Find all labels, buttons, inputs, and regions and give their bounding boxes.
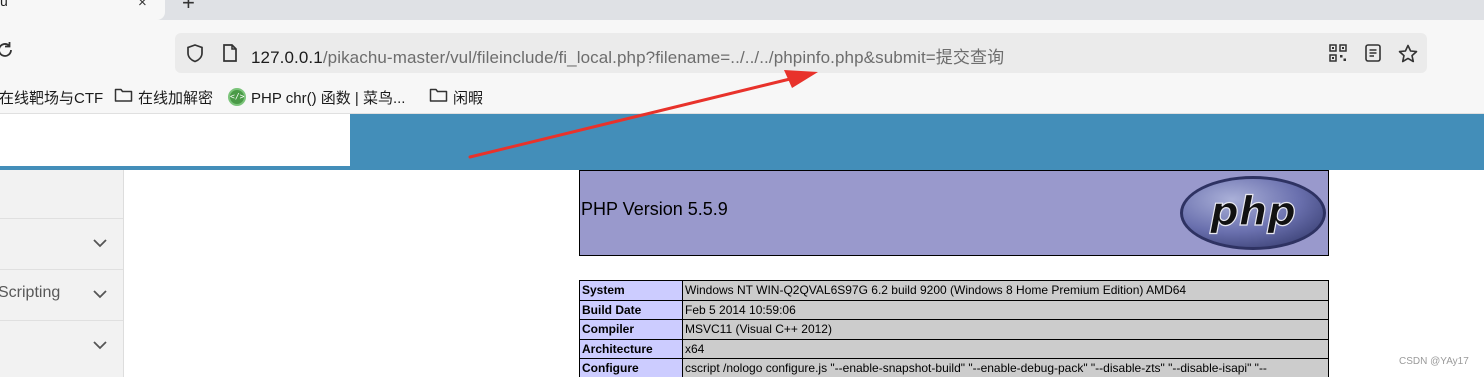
bookmark-star-icon[interactable] bbox=[1397, 43, 1419, 70]
phpinfo-key: Architecture bbox=[579, 338, 683, 359]
sidebar-item-scripting[interactable]: Scripting bbox=[0, 269, 123, 319]
watermark: CSDN @YAy17 bbox=[1399, 356, 1469, 367]
tracking-shield-icon[interactable] bbox=[185, 43, 205, 68]
sidebar-item-label: Scripting bbox=[0, 284, 61, 301]
phpinfo-key: System bbox=[579, 280, 683, 301]
url-host: 127.0.0.1 bbox=[251, 48, 323, 67]
bookmark-item[interactable]: 在线靶场与CTF bbox=[0, 86, 103, 108]
tab-title: u bbox=[0, 0, 8, 9]
folder-icon bbox=[114, 87, 133, 107]
reader-view-icon[interactable] bbox=[1363, 43, 1383, 68]
php-version-title: PHP Version 5.5.9 bbox=[581, 199, 728, 219]
php-logo[interactable]: php bbox=[1178, 175, 1328, 256]
sidebar-item[interactable] bbox=[0, 320, 123, 370]
url-text[interactable]: 127.0.0.1/pikachu-master/vul/fileinclude… bbox=[251, 43, 1004, 68]
bookmark-folder[interactable]: 闲暇 bbox=[429, 86, 483, 108]
chevron-down-icon bbox=[92, 287, 108, 305]
table-row: Compiler MSVC11 (Visual C++ 2012) bbox=[579, 319, 1329, 340]
browser-tab[interactable]: u × bbox=[0, 0, 165, 20]
phpinfo-value: cscript /nologo configure.js "--enable-s… bbox=[682, 358, 1329, 377]
bookmarks-bar: 在线靶场与CTF 在线加解密 </> PHP chr() 函数 | 菜鸟... … bbox=[0, 82, 1484, 114]
site-favicon-icon: </> bbox=[228, 88, 246, 106]
address-bar[interactable]: 127.0.0.1/pikachu-master/vul/fileinclude… bbox=[175, 33, 1427, 73]
url-path: /pikachu-master/vul/fileinclude/fi_local… bbox=[322, 48, 1005, 67]
phpinfo-key: Build Date bbox=[579, 299, 683, 320]
table-row: System Windows NT WIN-Q2QVAL6S97G 6.2 bu… bbox=[579, 280, 1329, 301]
bookmark-item[interactable]: </> PHP chr() 函数 | 菜鸟... bbox=[228, 86, 405, 108]
header-logo-area bbox=[0, 114, 350, 166]
page-info-icon[interactable] bbox=[221, 43, 239, 68]
table-row: Configure cscript /nologo configure.js "… bbox=[579, 358, 1329, 377]
table-row: Build Date Feb 5 2014 10:59:06 bbox=[579, 299, 1329, 320]
bookmark-label: PHP chr() 函数 | 菜鸟... bbox=[251, 89, 406, 107]
sidebar-item[interactable] bbox=[0, 218, 123, 268]
folder-icon bbox=[429, 87, 448, 107]
phpinfo-table: System Windows NT WIN-Q2QVAL6S97G 6.2 bu… bbox=[579, 280, 1329, 377]
phpinfo-key: Compiler bbox=[579, 319, 683, 340]
chevron-down-icon bbox=[92, 338, 108, 356]
page-content: Scripting PHP Version 5.5.9 php System W… bbox=[0, 114, 1484, 377]
sidebar: Scripting bbox=[0, 170, 124, 377]
close-tab-icon[interactable]: × bbox=[138, 0, 147, 11]
phpinfo-value: Feb 5 2014 10:59:06 bbox=[682, 299, 1329, 320]
bookmark-folder[interactable]: 在线加解密 bbox=[114, 86, 213, 108]
bookmark-label: 在线靶场与CTF bbox=[0, 89, 104, 107]
phpinfo-key: Configure bbox=[579, 358, 683, 377]
chevron-down-icon bbox=[92, 236, 108, 254]
phpinfo-header: PHP Version 5.5.9 php bbox=[579, 170, 1329, 256]
site-header bbox=[0, 114, 1484, 170]
new-tab-icon[interactable]: + bbox=[182, 0, 195, 16]
tab-strip: u × + bbox=[0, 0, 1484, 20]
phpinfo-value: x64 bbox=[682, 338, 1329, 359]
phpinfo-value: Windows NT WIN-Q2QVAL6S97G 6.2 build 920… bbox=[682, 280, 1329, 301]
php-logo-text: php bbox=[1209, 189, 1296, 235]
browser-toolbar: 127.0.0.1/pikachu-master/vul/fileinclude… bbox=[0, 20, 1484, 82]
qr-code-icon[interactable] bbox=[1328, 43, 1348, 68]
bookmark-label: 闲暇 bbox=[453, 89, 484, 107]
table-row: Architecture x64 bbox=[579, 338, 1329, 359]
phpinfo-value: MSVC11 (Visual C++ 2012) bbox=[682, 319, 1329, 340]
bookmark-label: 在线加解密 bbox=[138, 89, 214, 107]
reload-icon[interactable] bbox=[0, 39, 16, 61]
